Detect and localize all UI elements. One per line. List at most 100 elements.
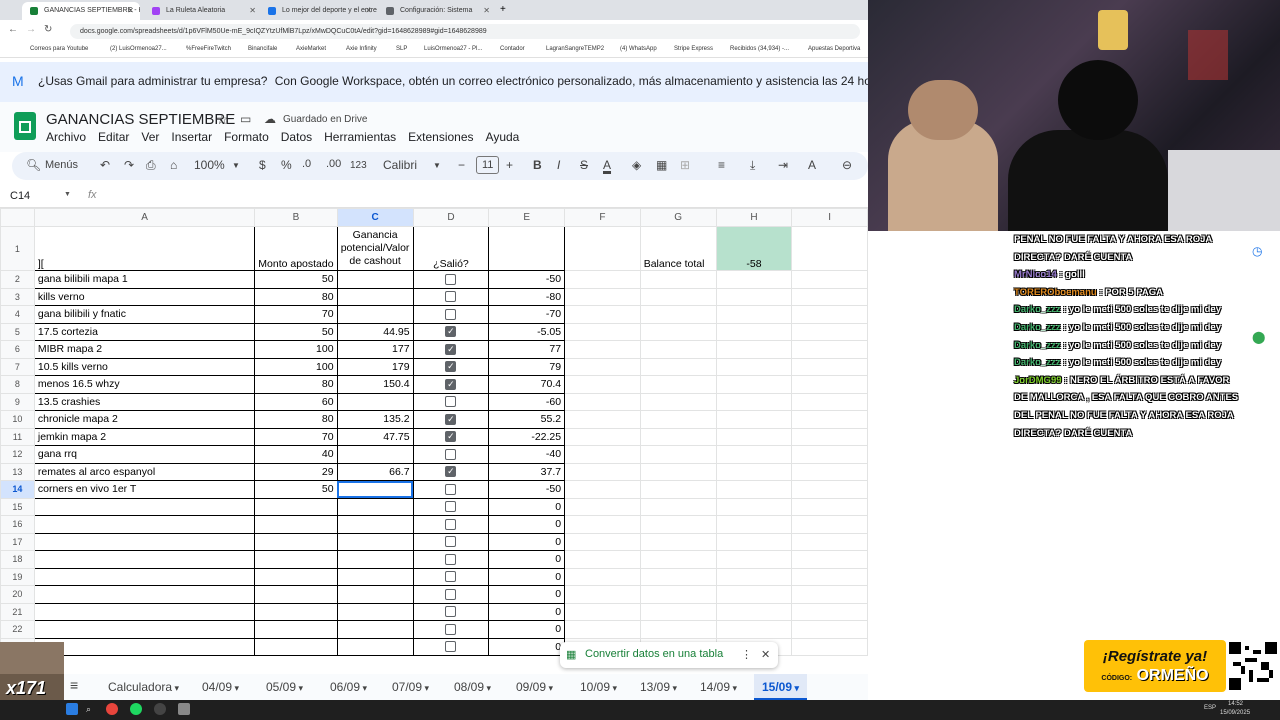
header-cell-a[interactable]: ][ [33, 226, 256, 271]
amount-cell[interactable]: 80 [254, 410, 338, 429]
bookmark-item[interactable]: Contador [500, 46, 525, 52]
number-format-button[interactable]: 123 [350, 160, 367, 171]
cell[interactable] [715, 357, 793, 376]
amount-cell[interactable]: 80 [254, 287, 338, 306]
checkbox-icon[interactable] [445, 396, 457, 408]
minus-icon[interactable]: − [458, 158, 465, 172]
chevron-down-icon[interactable]: ▾ [172, 683, 180, 693]
payout-cell[interactable]: 179 [336, 357, 414, 376]
row-number[interactable]: 3 [0, 287, 35, 306]
checkbox-icon[interactable] [445, 553, 457, 565]
cell[interactable] [639, 515, 717, 534]
checkbox-cell[interactable]: ✓ [412, 340, 490, 359]
payout-cell[interactable] [336, 550, 414, 569]
cell[interactable] [639, 427, 717, 446]
cell[interactable] [639, 287, 717, 306]
balance-label[interactable]: Balance total [639, 226, 717, 271]
checkbox-cell[interactable] [412, 287, 490, 306]
cell[interactable] [791, 322, 868, 341]
payout-cell[interactable]: 177 [336, 340, 414, 359]
cell[interactable] [639, 305, 717, 324]
menu-item-editar[interactable]: Editar [98, 130, 129, 144]
cell[interactable] [791, 620, 868, 639]
checkbox-cell[interactable] [412, 445, 490, 464]
valign-icon[interactable]: ⤓ [750, 158, 755, 173]
checkbox-cell[interactable] [412, 620, 490, 639]
cell[interactable] [715, 620, 793, 639]
row-number[interactable]: 17 [0, 532, 35, 551]
clock-date[interactable]: 15/09/2025 [1220, 710, 1250, 716]
menu-item-datos[interactable]: Datos [281, 130, 312, 144]
amount-cell[interactable] [254, 515, 338, 534]
description-cell[interactable] [33, 532, 256, 551]
payout-cell[interactable]: 135.2 [336, 410, 414, 429]
checked-checkbox-icon[interactable]: ✓ [445, 413, 457, 425]
doc-title[interactable]: GANANCIAS SEPTIEMBRE [46, 111, 235, 128]
all-sheets-icon[interactable]: ≡ [70, 677, 78, 693]
cell[interactable] [791, 602, 868, 621]
checkbox-cell[interactable] [412, 497, 490, 516]
cell[interactable] [564, 375, 641, 394]
cell[interactable] [488, 226, 566, 271]
result-cell[interactable]: 0 [488, 637, 566, 656]
bookmark-item[interactable]: LagranSangreTEMP2 [546, 46, 604, 52]
cell[interactable] [715, 392, 793, 411]
checkbox-cell[interactable] [412, 305, 490, 324]
sheet-tab[interactable]: 09/09 ▾ [516, 680, 553, 694]
cell[interactable] [639, 532, 717, 551]
cell[interactable] [639, 410, 717, 429]
column-header[interactable]: G [639, 208, 717, 227]
payout-cell[interactable] [336, 392, 414, 411]
description-cell[interactable]: gana bilibili mapa 1 [33, 270, 256, 289]
amount-cell[interactable] [254, 497, 338, 516]
amount-cell[interactable]: 70 [254, 427, 338, 446]
payout-cell[interactable] [336, 620, 414, 639]
amount-cell[interactable]: 40 [254, 445, 338, 464]
header-cell-c[interactable]: Ganancia potencial/Valor de cashout [336, 226, 414, 271]
description-cell[interactable]: MIBR mapa 2 [33, 340, 256, 359]
bookmark-item[interactable]: AxieMarket [296, 46, 326, 52]
cell[interactable] [715, 375, 793, 394]
description-cell[interactable]: gana bilibili y fnatic [33, 305, 256, 324]
description-cell[interactable] [33, 497, 256, 516]
close-icon[interactable]: ✕ [365, 6, 372, 15]
bookmark-item[interactable]: Correos para Youtube [30, 46, 88, 52]
cell[interactable] [715, 550, 793, 569]
row-number[interactable]: 18 [0, 550, 35, 569]
result-cell[interactable]: -5.05 [488, 322, 566, 341]
chevron-down-icon[interactable]: ▾ [730, 683, 738, 693]
cell[interactable] [564, 602, 641, 621]
italic-button[interactable]: I [557, 158, 560, 172]
description-cell[interactable]: chronicle mapa 2 [33, 410, 256, 429]
result-cell[interactable]: -80 [488, 287, 566, 306]
result-cell[interactable]: 37.7 [488, 462, 566, 481]
cell[interactable] [791, 515, 868, 534]
row-number[interactable]: 22 [0, 620, 35, 639]
description-cell[interactable] [33, 602, 256, 621]
cell[interactable] [564, 497, 641, 516]
checked-checkbox-icon[interactable]: ✓ [445, 361, 457, 373]
cell[interactable] [791, 445, 868, 464]
cell[interactable] [715, 340, 793, 359]
fill-color-icon[interactable]: ◈ [632, 158, 641, 172]
amount-cell[interactable] [254, 585, 338, 604]
cell[interactable] [791, 462, 868, 481]
paint-format-icon[interactable]: ⌂ [170, 158, 177, 172]
cell[interactable] [791, 497, 868, 516]
payout-cell[interactable] [336, 305, 414, 324]
cell[interactable] [564, 322, 641, 341]
row-number[interactable]: 8 [0, 375, 35, 394]
payout-cell[interactable] [336, 515, 414, 534]
amount-cell[interactable]: 100 [254, 357, 338, 376]
payout-cell[interactable] [336, 637, 414, 656]
bookmark-item[interactable]: (4) WhatsApp [620, 46, 657, 52]
spotify-icon[interactable] [130, 703, 142, 715]
result-cell[interactable]: 79 [488, 357, 566, 376]
align-icon[interactable]: ≡ [718, 158, 725, 172]
cell[interactable] [639, 620, 717, 639]
browser-tab[interactable]: Configuración: Sistema ✕ [378, 2, 496, 20]
description-cell[interactable]: gana rrq [33, 445, 256, 464]
cell[interactable] [715, 602, 793, 621]
amount-cell[interactable]: 100 [254, 340, 338, 359]
result-cell[interactable]: 0 [488, 585, 566, 604]
